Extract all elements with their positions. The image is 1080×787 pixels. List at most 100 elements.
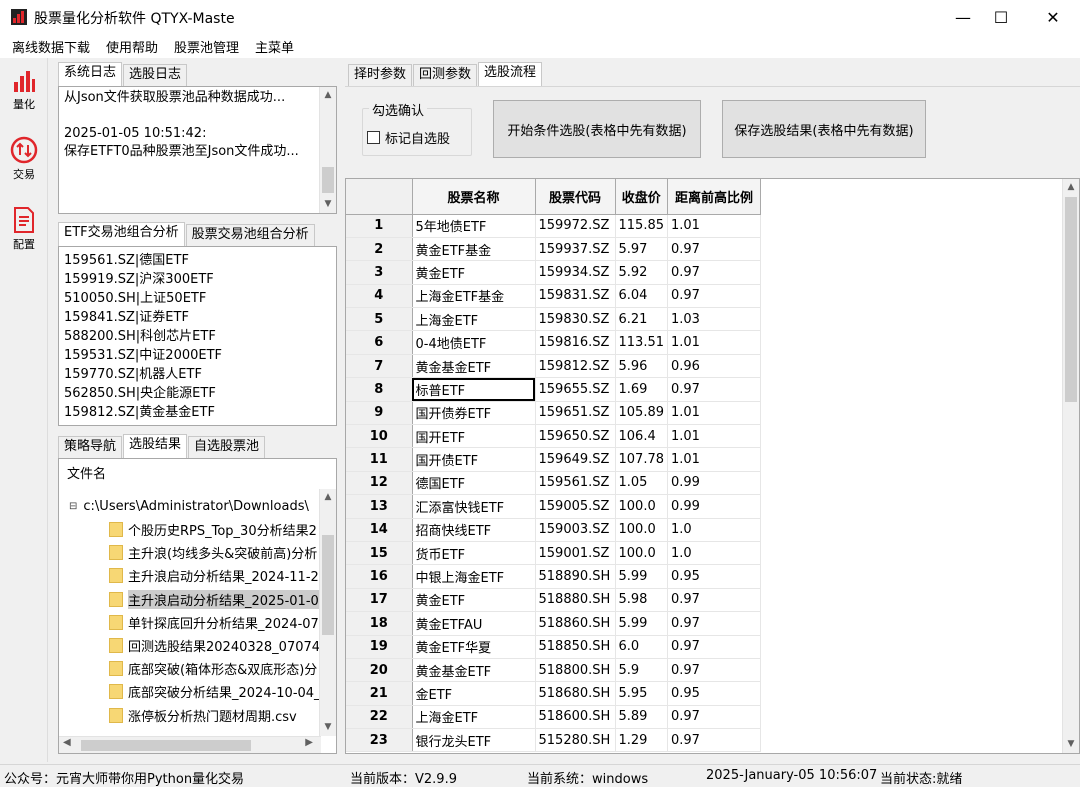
cell-ratio[interactable]: 1.01 bbox=[667, 401, 761, 426]
cell-close[interactable]: 5.89 bbox=[615, 705, 668, 730]
list-item[interactable]: 588200.SH|科创芯片ETF bbox=[59, 327, 336, 346]
tab-system-log[interactable]: 系统日志 bbox=[58, 62, 123, 86]
tab-selection-log[interactable]: 选股日志 bbox=[123, 64, 188, 86]
cell-name[interactable]: 上海金ETF bbox=[412, 307, 536, 332]
cell-ratio[interactable]: 0.97 bbox=[667, 635, 761, 659]
cell-code[interactable]: 518890.SH bbox=[535, 564, 616, 589]
cell-name[interactable]: 黄金ETF bbox=[412, 260, 536, 285]
cell-code[interactable]: 159650.SZ bbox=[535, 424, 616, 449]
cell-close[interactable]: 113.51 bbox=[615, 330, 668, 355]
cell-ratio[interactable]: 1.01 bbox=[667, 447, 761, 472]
list-item[interactable]: 159812.SZ|黄金基金ETF bbox=[59, 403, 336, 422]
list-item[interactable]: 159531.SZ|中证2000ETF bbox=[59, 346, 336, 365]
cell-close[interactable]: 1.29 bbox=[615, 728, 668, 753]
row-number[interactable]: 16 bbox=[346, 564, 413, 589]
row-number[interactable]: 5 bbox=[346, 307, 413, 332]
tree-file-item[interactable]: 个股历史RPS_Top_30分析结果2 bbox=[109, 518, 317, 541]
system-log-box[interactable]: 从Json文件获取股票池品种数据成功... 2025-01-05 10:51:4… bbox=[58, 86, 337, 214]
tab-etf-pool[interactable]: ETF交易池组合分析 bbox=[58, 222, 185, 246]
list-item[interactable]: 562850.SH|央企能源ETF bbox=[59, 384, 336, 403]
cell-code[interactable]: 159001.SZ bbox=[535, 541, 616, 566]
tree-file-item[interactable]: 回测选股结果20240328_070745 bbox=[109, 634, 328, 657]
row-number[interactable]: 3 bbox=[346, 260, 413, 285]
table-row[interactable]: 1 5年地债ETF 159972.SZ 115.85 1.01 bbox=[346, 214, 761, 238]
mark-watchlist-checkbox[interactable]: 标记自选股 bbox=[367, 128, 450, 147]
col-header-ratio[interactable]: 距离前高比例 bbox=[667, 179, 761, 215]
cell-ratio[interactable]: 0.97 bbox=[667, 260, 761, 285]
maximize-button[interactable]: ☐ bbox=[978, 0, 1024, 34]
table-row[interactable]: 6 0-4地债ETF 159816.SZ 113.51 1.01 bbox=[346, 330, 761, 355]
row-number[interactable]: 7 bbox=[346, 354, 413, 379]
cell-code[interactable]: 159816.SZ bbox=[535, 330, 616, 355]
cell-code[interactable]: 159561.SZ bbox=[535, 471, 616, 496]
cell-close[interactable]: 6.0 bbox=[615, 635, 668, 659]
cell-ratio[interactable]: 0.95 bbox=[667, 564, 761, 589]
cell-code[interactable]: 518680.SH bbox=[535, 681, 616, 706]
cell-close[interactable]: 5.9 bbox=[615, 658, 668, 683]
cell-close[interactable]: 115.85 bbox=[615, 214, 668, 238]
table-row[interactable]: 17 黄金ETF 518880.SH 5.98 0.97 bbox=[346, 588, 761, 613]
table-row[interactable]: 23 银行龙头ETF 515280.SH 1.29 0.97 bbox=[346, 728, 761, 753]
tree-file-item[interactable]: 主升浪(均线多头&突破前高)分析 bbox=[109, 541, 317, 564]
cell-code[interactable]: 159651.SZ bbox=[535, 401, 616, 426]
cell-name[interactable]: 标普ETF bbox=[412, 377, 536, 402]
log-scrollbar[interactable]: ▲ ▼ bbox=[319, 87, 336, 213]
scroll-thumb[interactable] bbox=[322, 535, 334, 635]
row-number[interactable]: 14 bbox=[346, 518, 413, 542]
scroll-thumb[interactable] bbox=[1065, 197, 1077, 402]
row-number[interactable]: 20 bbox=[346, 658, 413, 683]
close-button[interactable]: ✕ bbox=[1030, 0, 1076, 34]
row-number[interactable]: 22 bbox=[346, 705, 413, 730]
collapse-icon[interactable]: ⊟ bbox=[69, 501, 77, 512]
cell-close[interactable]: 5.97 bbox=[615, 237, 668, 262]
tree-root[interactable]: ⊟ c:\Users\Administrator\Downloads\ bbox=[69, 495, 309, 518]
table-row[interactable]: 9 国开债券ETF 159651.SZ 105.89 1.01 bbox=[346, 401, 761, 426]
tab-selection-result[interactable]: 选股结果 bbox=[123, 434, 188, 458]
scroll-thumb[interactable] bbox=[81, 740, 251, 751]
cell-ratio[interactable]: 0.97 bbox=[667, 728, 761, 753]
row-number[interactable]: 13 bbox=[346, 494, 413, 519]
col-header-code[interactable]: 股票代码 bbox=[535, 179, 616, 215]
corner-header[interactable] bbox=[346, 179, 413, 215]
scroll-down-icon[interactable]: ▼ bbox=[1063, 736, 1079, 753]
etf-pool-list[interactable]: 159561.SZ|德国ETF 159919.SZ|沪深300ETF 51005… bbox=[58, 246, 337, 426]
table-scrollbar[interactable]: ▲ ▼ bbox=[1062, 179, 1079, 753]
tree-file-item[interactable]: 主升浪启动分析结果_2025-01-0 bbox=[109, 588, 319, 611]
cell-name[interactable]: 黄金ETFAU bbox=[412, 611, 536, 636]
cell-ratio[interactable]: 0.97 bbox=[667, 284, 761, 309]
table-row[interactable]: 15 货币ETF 159001.SZ 100.0 1.0 bbox=[346, 541, 761, 566]
tree-file-item[interactable]: 底部突破(箱体形态&双底形态)分 bbox=[109, 657, 317, 680]
menu-offline-download[interactable]: 离线数据下载 bbox=[4, 37, 98, 56]
scroll-up-icon[interactable]: ▲ bbox=[320, 489, 336, 506]
tool-config-button[interactable]: 配置 bbox=[4, 200, 44, 264]
cell-name[interactable]: 0-4地债ETF bbox=[412, 330, 536, 355]
list-item[interactable]: 159919.SZ|沪深300ETF bbox=[59, 270, 336, 289]
row-number[interactable]: 18 bbox=[346, 611, 413, 636]
cell-name[interactable]: 上海金ETF bbox=[412, 705, 536, 730]
cell-name[interactable]: 招商快线ETF bbox=[412, 518, 536, 542]
cell-ratio[interactable]: 0.97 bbox=[667, 705, 761, 730]
checkbox-box[interactable] bbox=[367, 131, 380, 144]
cell-close[interactable]: 5.99 bbox=[615, 564, 668, 589]
menu-help[interactable]: 使用帮助 bbox=[98, 37, 166, 56]
tree-file-item[interactable]: 涨停板分析热门题材周期.csv bbox=[109, 704, 297, 727]
tree-file-item[interactable]: 主升浪启动分析结果_2024-11-2 bbox=[109, 564, 319, 587]
tab-watchlist[interactable]: 自选股票池 bbox=[188, 436, 266, 458]
cell-ratio[interactable]: 1.01 bbox=[667, 330, 761, 355]
row-number[interactable]: 9 bbox=[346, 401, 413, 426]
cell-close[interactable]: 1.05 bbox=[615, 471, 668, 496]
cell-ratio[interactable]: 1.01 bbox=[667, 424, 761, 449]
cell-code[interactable]: 518850.SH bbox=[535, 635, 616, 659]
cell-code[interactable]: 159830.SZ bbox=[535, 307, 616, 332]
menu-pool-manage[interactable]: 股票池管理 bbox=[166, 37, 247, 56]
cell-name[interactable]: 黄金ETF华夏 bbox=[412, 635, 536, 659]
table-row[interactable]: 12 德国ETF 159561.SZ 1.05 0.99 bbox=[346, 471, 761, 496]
table-row[interactable]: 7 黄金基金ETF 159812.SZ 5.96 0.96 bbox=[346, 354, 761, 379]
table-row[interactable]: 19 黄金ETF华夏 518850.SH 6.0 0.97 bbox=[346, 635, 761, 659]
tree-file-item[interactable]: 底部突破分析结果_2024-10-04_ bbox=[109, 680, 321, 703]
table-row[interactable]: 16 中银上海金ETF 518890.SH 5.99 0.95 bbox=[346, 564, 761, 589]
cell-name[interactable]: 上海金ETF基金 bbox=[412, 284, 536, 309]
cell-name[interactable]: 银行龙头ETF bbox=[412, 728, 536, 753]
cell-ratio[interactable]: 0.97 bbox=[667, 611, 761, 636]
scroll-up-icon[interactable]: ▲ bbox=[320, 87, 336, 104]
